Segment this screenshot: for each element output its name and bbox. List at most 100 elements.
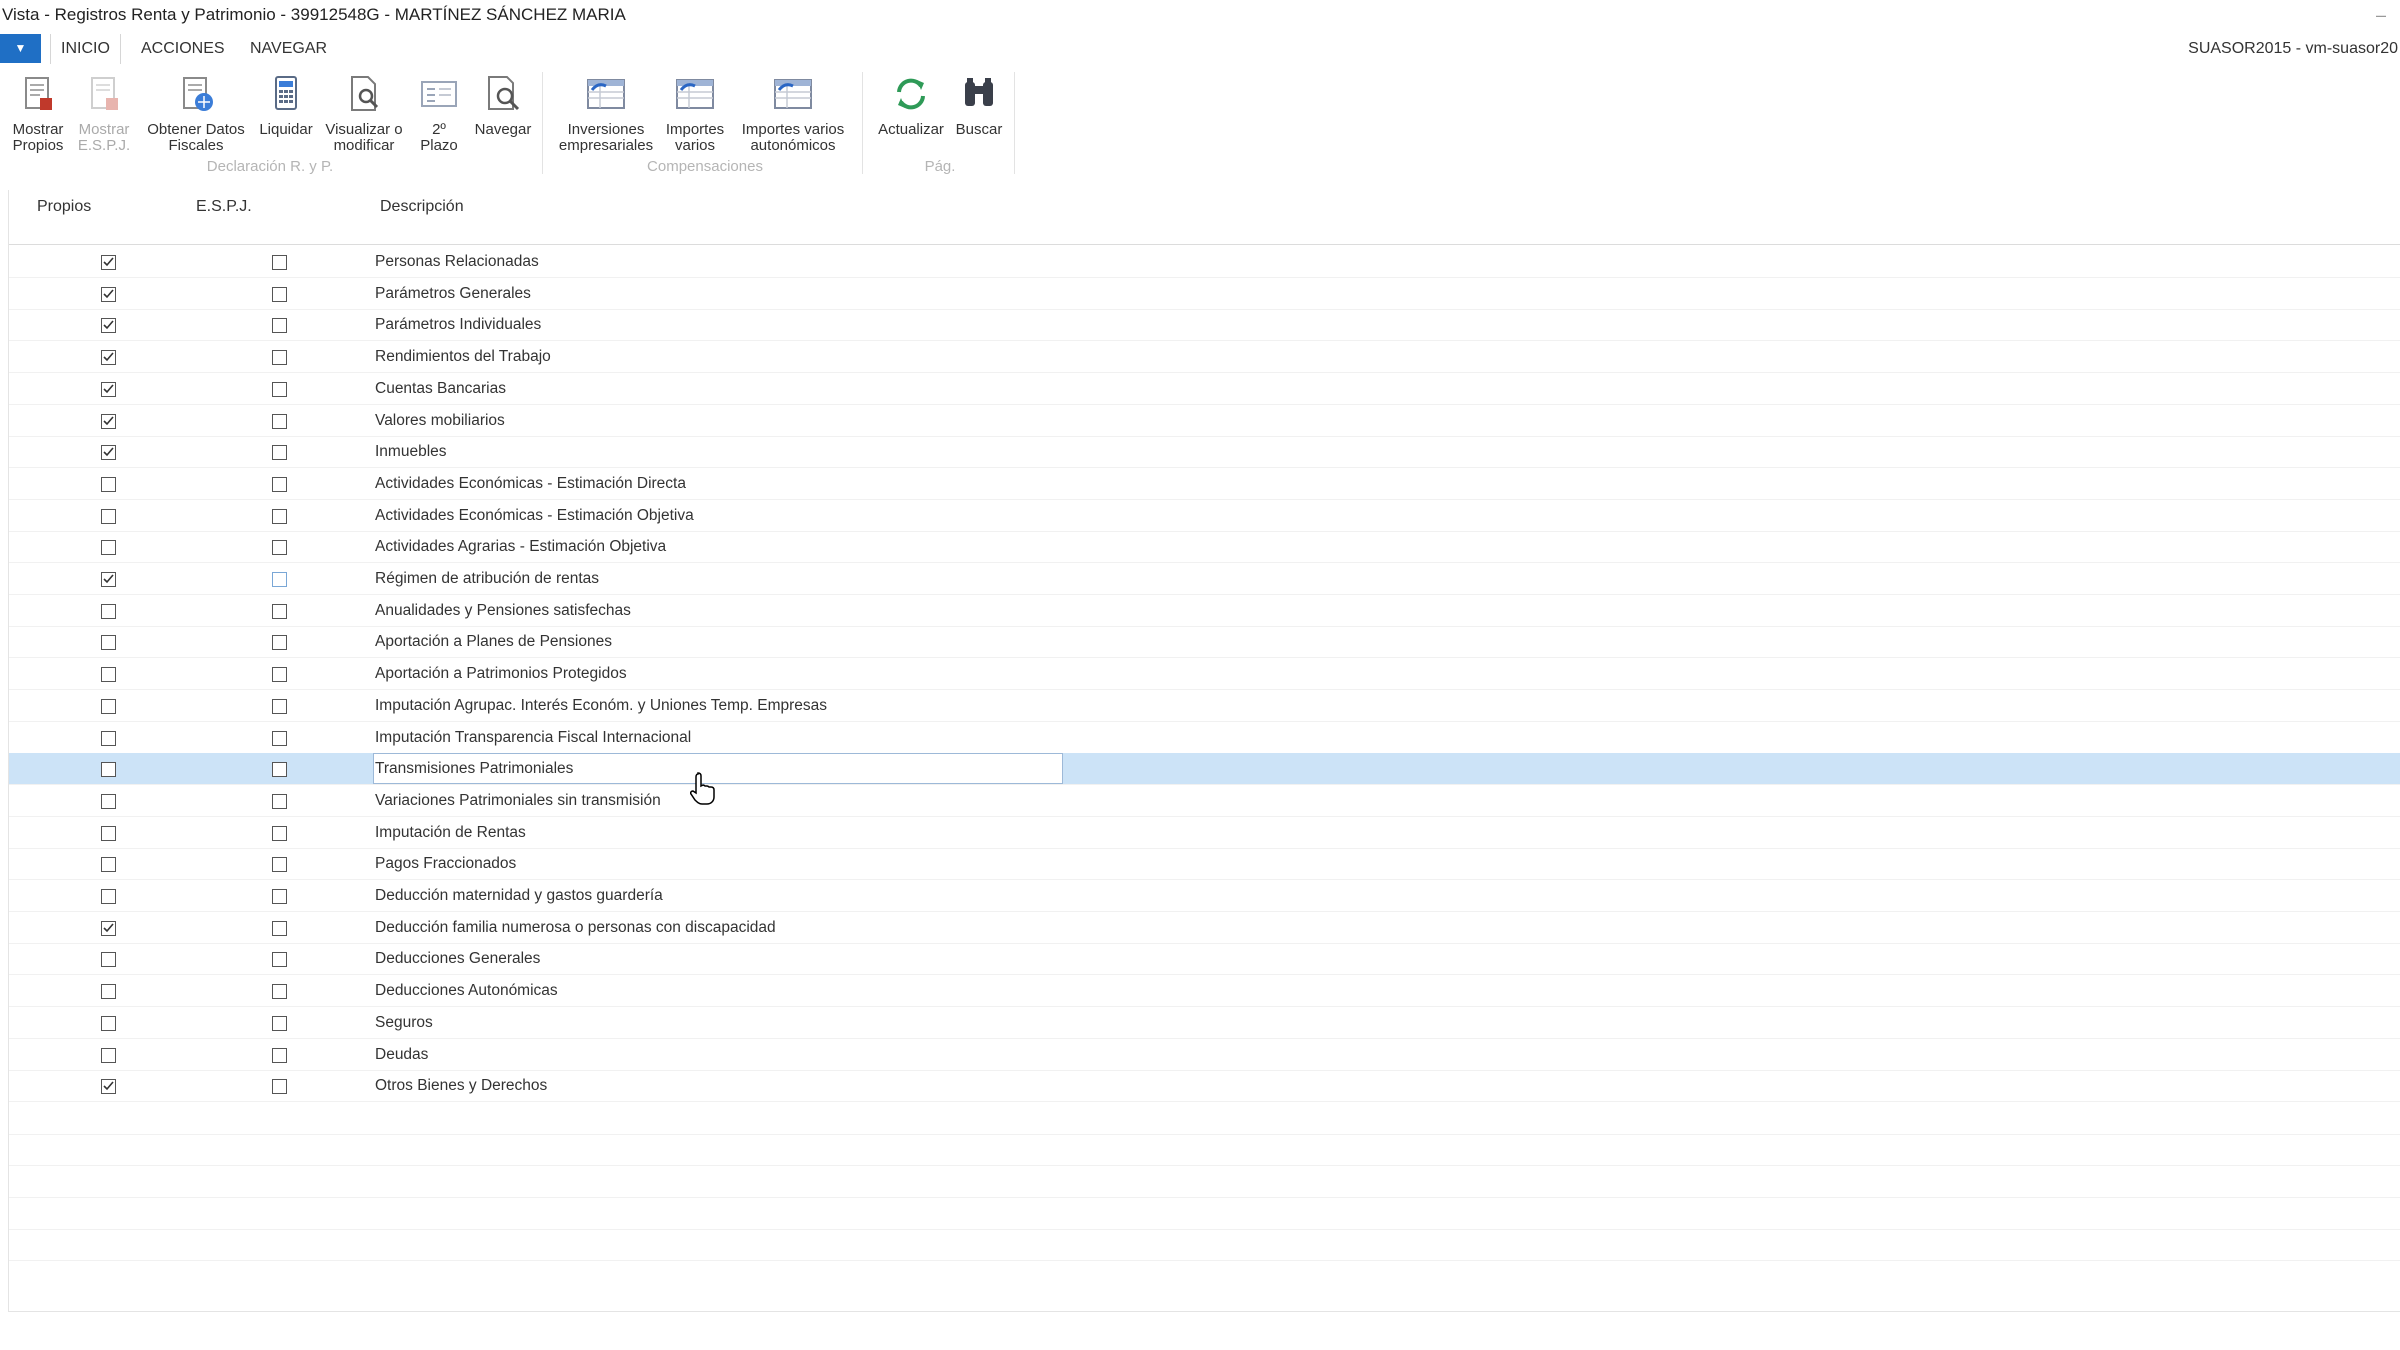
row-description[interactable]: Aportación a Patrimonios Protegidos xyxy=(375,658,627,690)
row-description[interactable]: Cuentas Bancarias xyxy=(375,373,506,405)
row-description[interactable]: Rendimientos del Trabajo xyxy=(375,341,551,373)
own-checkbox[interactable] xyxy=(101,540,116,556)
row-description[interactable]: Imputación Agrupac. Interés Económ. y Un… xyxy=(375,690,827,722)
own-checkbox[interactable] xyxy=(101,762,116,778)
table-row[interactable]: Deducción familia numerosa o personas co… xyxy=(9,912,2400,944)
table-row[interactable]: Imputación Transparencia Fiscal Internac… xyxy=(9,722,2400,754)
search-button[interactable]: Buscar xyxy=(950,74,1008,138)
own-checkbox[interactable] xyxy=(101,286,116,302)
espj-checkbox[interactable] xyxy=(272,255,287,270)
tab-navegar[interactable]: NAVEGAR xyxy=(240,34,337,64)
row-description[interactable]: Deducciones Generales xyxy=(375,943,540,975)
row-description[interactable]: Deducciones Autonómicas xyxy=(375,975,558,1007)
espj-checkbox[interactable] xyxy=(272,1015,287,1031)
espj-checkbox[interactable] xyxy=(272,572,287,587)
row-description[interactable]: Variaciones Patrimoniales sin transmisió… xyxy=(375,785,661,817)
espj-checkbox[interactable] xyxy=(272,984,287,1000)
table-row[interactable]: Rendimientos del Trabajo xyxy=(9,341,2400,374)
own-checkbox[interactable] xyxy=(101,508,116,524)
row-description[interactable]: Parámetros Individuales xyxy=(375,309,541,341)
table-row[interactable]: Personas Relacionadas xyxy=(9,246,2400,278)
own-checkbox[interactable] xyxy=(101,381,116,397)
row-description[interactable]: Deducción familia numerosa o personas co… xyxy=(375,912,776,944)
table-row[interactable]: Otros Bienes y Derechos xyxy=(9,1070,2400,1103)
own-checkbox[interactable] xyxy=(101,920,116,936)
espj-checkbox[interactable] xyxy=(272,793,287,809)
row-description[interactable]: Transmisiones Patrimoniales xyxy=(375,753,573,785)
espj-checkbox[interactable] xyxy=(272,286,287,302)
table-row[interactable]: Inmuebles xyxy=(9,436,2400,469)
own-checkbox[interactable] xyxy=(101,603,116,619)
own-checkbox[interactable] xyxy=(101,318,116,334)
column-header-propios[interactable]: Propios xyxy=(37,198,91,216)
liquidate-button[interactable]: Liquidar xyxy=(254,74,318,138)
espj-checkbox[interactable] xyxy=(272,698,287,714)
table-row[interactable]: Aportación a Planes de Pensiones xyxy=(9,626,2400,659)
table-row[interactable]: Deducción maternidad y gastos guardería xyxy=(9,880,2400,912)
own-checkbox[interactable] xyxy=(101,889,116,904)
second-term-button[interactable]: 2º Plazo xyxy=(410,74,468,154)
table-row[interactable]: Deducciones Autonómicas xyxy=(9,975,2400,1008)
own-checkbox[interactable] xyxy=(101,572,116,587)
espj-checkbox[interactable] xyxy=(272,920,287,936)
table-row[interactable]: Valores mobiliarios xyxy=(9,405,2400,437)
table-row[interactable]: Pagos Fraccionados xyxy=(9,848,2400,881)
row-description[interactable]: Imputación de Rentas xyxy=(375,817,526,849)
espj-checkbox[interactable] xyxy=(272,667,287,683)
table-row[interactable]: Variaciones Patrimoniales sin transmisió… xyxy=(9,785,2400,817)
espj-checkbox[interactable] xyxy=(272,1047,287,1063)
espj-checkbox[interactable] xyxy=(272,350,287,366)
table-row[interactable]: Régimen de atribución de rentas xyxy=(9,563,2400,595)
table-row[interactable]: Actividades Agrarias - Estimación Objeti… xyxy=(9,531,2400,564)
own-checkbox[interactable] xyxy=(101,635,116,651)
espj-checkbox[interactable] xyxy=(272,762,287,778)
row-description[interactable]: Personas Relacionadas xyxy=(375,246,539,278)
view-modify-button[interactable]: Visualizar o modificar xyxy=(320,74,408,154)
espj-checkbox[interactable] xyxy=(272,413,287,429)
own-checkbox[interactable] xyxy=(101,984,116,1000)
get-fiscal-data-button[interactable]: Obtener Datos Fiscales xyxy=(140,74,252,154)
row-description[interactable]: Otros Bienes y Derechos xyxy=(375,1070,547,1102)
row-description[interactable]: Anualidades y Pensiones satisfechas xyxy=(375,595,631,627)
espj-checkbox[interactable] xyxy=(272,730,287,746)
table-row[interactable]: Actividades Económicas - Estimación Obje… xyxy=(9,500,2400,532)
navigate-button[interactable]: Navegar xyxy=(470,74,536,138)
espj-checkbox[interactable] xyxy=(272,889,287,904)
espj-checkbox[interactable] xyxy=(272,318,287,334)
espj-checkbox[interactable] xyxy=(272,952,287,968)
own-checkbox[interactable] xyxy=(101,667,116,683)
table-row[interactable]: Aportación a Patrimonios Protegidos xyxy=(9,658,2400,691)
row-description[interactable]: Actividades Agrarias - Estimación Objeti… xyxy=(375,531,666,563)
row-description[interactable]: Deudas xyxy=(375,1039,428,1071)
row-description[interactable]: Actividades Económicas - Estimación Dire… xyxy=(375,468,686,500)
table-row[interactable]: Imputación Agrupac. Interés Económ. y Un… xyxy=(9,690,2400,722)
row-description[interactable]: Actividades Económicas - Estimación Obje… xyxy=(375,500,694,532)
espj-checkbox[interactable] xyxy=(272,603,287,619)
refresh-button[interactable]: Actualizar xyxy=(872,74,950,138)
tab-inicio[interactable]: INICIO xyxy=(50,34,121,64)
own-checkbox[interactable] xyxy=(101,793,116,809)
table-row[interactable]: Cuentas Bancarias xyxy=(9,373,2400,405)
espj-checkbox[interactable] xyxy=(272,825,287,841)
own-checkbox[interactable] xyxy=(101,1079,116,1095)
own-checkbox[interactable] xyxy=(101,350,116,366)
row-description[interactable]: Parámetros Generales xyxy=(375,278,531,310)
row-description[interactable]: Deducción maternidad y gastos guardería xyxy=(375,880,663,912)
espj-checkbox[interactable] xyxy=(272,445,287,461)
espj-checkbox[interactable] xyxy=(272,476,287,492)
own-checkbox[interactable] xyxy=(101,255,116,270)
espj-checkbox[interactable] xyxy=(272,508,287,524)
table-row[interactable]: Parámetros Individuales xyxy=(9,309,2400,342)
espj-checkbox[interactable] xyxy=(272,857,287,873)
table-row[interactable]: Imputación de Rentas xyxy=(9,817,2400,849)
column-header-descripcion[interactable]: Descripción xyxy=(380,198,464,216)
espj-checkbox[interactable] xyxy=(272,540,287,556)
file-menu-button[interactable]: ▼ xyxy=(0,34,41,63)
own-checkbox[interactable] xyxy=(101,445,116,461)
table-row[interactable]: Deudas xyxy=(9,1039,2400,1071)
own-checkbox[interactable] xyxy=(101,698,116,714)
row-description[interactable]: Imputación Transparencia Fiscal Internac… xyxy=(375,722,691,754)
table-row[interactable]: Seguros xyxy=(9,1007,2400,1039)
row-description[interactable]: Régimen de atribución de rentas xyxy=(375,563,599,595)
row-description[interactable]: Seguros xyxy=(375,1007,433,1039)
